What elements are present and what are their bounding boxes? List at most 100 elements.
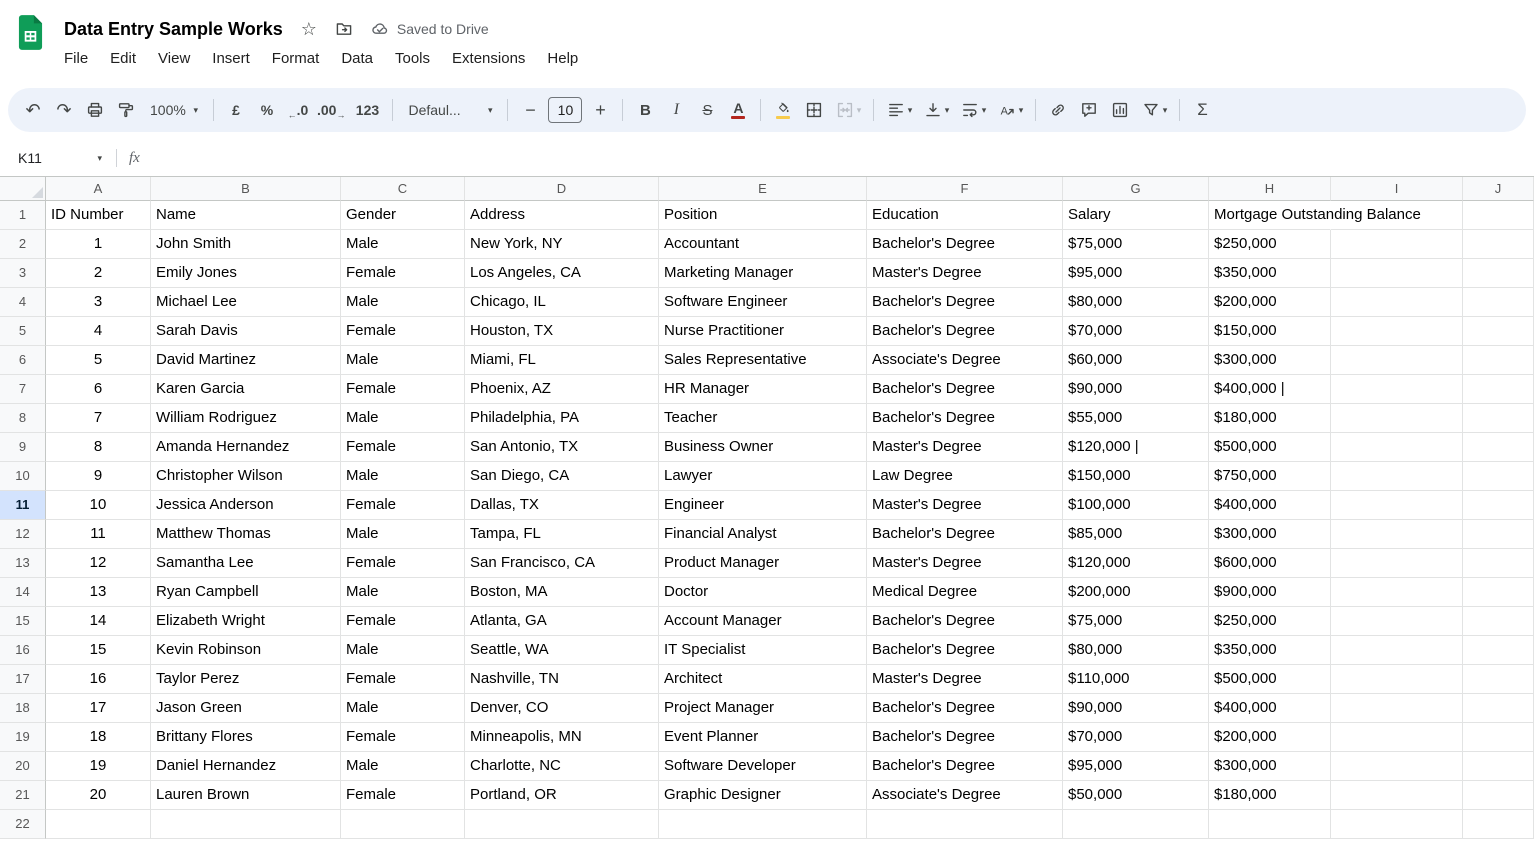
row-header-1[interactable]: 1 [0,201,46,230]
cell-I20[interactable] [1331,752,1463,781]
cell-D21[interactable]: Portland, OR [465,781,659,810]
insert-link-button[interactable] [1043,95,1073,125]
italic-button[interactable]: I [661,95,691,125]
column-header-B[interactable]: B [151,177,341,201]
cell-J6[interactable] [1463,346,1534,375]
cell-A4[interactable]: 3 [46,288,151,317]
cell-C21[interactable]: Female [341,781,465,810]
cell-J11[interactable] [1463,491,1534,520]
cell-G16[interactable]: $80,000 [1063,636,1209,665]
cell-F12[interactable]: Bachelor's Degree [867,520,1063,549]
cell-G18[interactable]: $90,000 [1063,694,1209,723]
cell-G22[interactable] [1063,810,1209,839]
cell-E15[interactable]: Account Manager [659,607,867,636]
fill-color-button[interactable] [768,95,798,125]
cell-B5[interactable]: Sarah Davis [151,317,341,346]
sheets-logo[interactable] [17,14,44,56]
row-header-19[interactable]: 19 [0,723,46,752]
cell-E4[interactable]: Software Engineer [659,288,867,317]
select-all-corner[interactable] [0,177,46,201]
row-header-21[interactable]: 21 [0,781,46,810]
cell-H17[interactable]: $500,000 [1209,665,1331,694]
cell-H14[interactable]: $900,000 [1209,578,1331,607]
name-box[interactable]: K11 ▾ [10,150,110,166]
cell-I8[interactable] [1331,404,1463,433]
paint-format-button[interactable] [111,95,141,125]
cell-E7[interactable]: HR Manager [659,375,867,404]
cell-I13[interactable] [1331,549,1463,578]
cell-F14[interactable]: Medical Degree [867,578,1063,607]
cell-J2[interactable] [1463,230,1534,259]
menu-view[interactable]: View [150,48,198,69]
cell-H6[interactable]: $300,000 [1209,346,1331,375]
cell-I10[interactable] [1331,462,1463,491]
cell-H20[interactable]: $300,000 [1209,752,1331,781]
cell-I5[interactable] [1331,317,1463,346]
cell-A5[interactable]: 4 [46,317,151,346]
cell-H7[interactable]: $400,000 | [1209,375,1331,404]
row-header-16[interactable]: 16 [0,636,46,665]
document-title[interactable]: Data Entry Sample Works [64,19,283,40]
cell-D8[interactable]: Philadelphia, PA [465,404,659,433]
cell-H16[interactable]: $350,000 [1209,636,1331,665]
cell-H4[interactable]: $200,000 [1209,288,1331,317]
undo-button[interactable]: ↶ [18,95,48,125]
cell-B15[interactable]: Elizabeth Wright [151,607,341,636]
cell-D11[interactable]: Dallas, TX [465,491,659,520]
cell-G7[interactable]: $90,000 [1063,375,1209,404]
cell-H3[interactable]: $350,000 [1209,259,1331,288]
cell-B10[interactable]: Christopher Wilson [151,462,341,491]
decrease-font-size-button[interactable]: − [515,95,545,125]
cell-B9[interactable]: Amanda Hernandez [151,433,341,462]
menu-insert[interactable]: Insert [204,48,258,69]
menu-format[interactable]: Format [264,48,328,69]
cell-G19[interactable]: $70,000 [1063,723,1209,752]
cell-C13[interactable]: Female [341,549,465,578]
cell-B4[interactable]: Michael Lee [151,288,341,317]
row-header-22[interactable]: 22 [0,810,46,839]
menu-edit[interactable]: Edit [102,48,144,69]
cell-D1[interactable]: Address [465,201,659,230]
cell-E21[interactable]: Graphic Designer [659,781,867,810]
column-header-H[interactable]: H [1209,177,1331,201]
cell-B22[interactable] [151,810,341,839]
cell-D17[interactable]: Nashville, TN [465,665,659,694]
cell-E16[interactable]: IT Specialist [659,636,867,665]
cell-E17[interactable]: Architect [659,665,867,694]
cell-B18[interactable]: Jason Green [151,694,341,723]
horizontal-align-button[interactable]: ▾ [881,95,917,125]
cell-G14[interactable]: $200,000 [1063,578,1209,607]
cell-E14[interactable]: Doctor [659,578,867,607]
cell-B19[interactable]: Brittany Flores [151,723,341,752]
row-header-3[interactable]: 3 [0,259,46,288]
cell-A21[interactable]: 20 [46,781,151,810]
text-wrap-button[interactable]: ▾ [955,95,991,125]
column-header-F[interactable]: F [867,177,1063,201]
cell-F1[interactable]: Education [867,201,1063,230]
cell-C2[interactable]: Male [341,230,465,259]
cell-I17[interactable] [1331,665,1463,694]
row-header-2[interactable]: 2 [0,230,46,259]
cell-F8[interactable]: Bachelor's Degree [867,404,1063,433]
zoom-select[interactable]: 100% ▾ [142,95,206,125]
insert-comment-button[interactable] [1074,95,1104,125]
cell-E18[interactable]: Project Manager [659,694,867,723]
cell-H15[interactable]: $250,000 [1209,607,1331,636]
cell-F22[interactable] [867,810,1063,839]
cell-D9[interactable]: San Antonio, TX [465,433,659,462]
row-header-13[interactable]: 13 [0,549,46,578]
increase-decimal-button[interactable]: .00 → [314,95,348,125]
cell-C1[interactable]: Gender [341,201,465,230]
row-header-18[interactable]: 18 [0,694,46,723]
row-header-12[interactable]: 12 [0,520,46,549]
cell-G1[interactable]: Salary [1063,201,1209,230]
cell-J10[interactable] [1463,462,1534,491]
cell-B7[interactable]: Karen Garcia [151,375,341,404]
cell-A7[interactable]: 6 [46,375,151,404]
cell-E22[interactable] [659,810,867,839]
cell-B1[interactable]: Name [151,201,341,230]
cell-A22[interactable] [46,810,151,839]
cell-H2[interactable]: $250,000 [1209,230,1331,259]
cell-F3[interactable]: Master's Degree [867,259,1063,288]
cell-E12[interactable]: Financial Analyst [659,520,867,549]
